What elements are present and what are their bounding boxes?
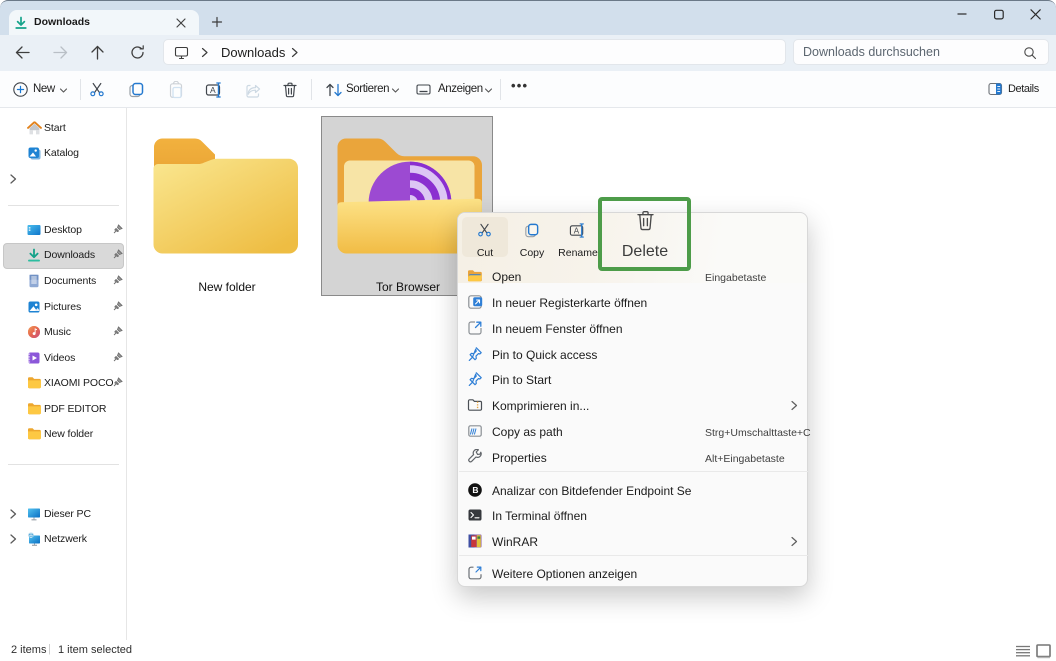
svg-text:A: A <box>574 226 580 235</box>
svg-text:A: A <box>210 85 216 95</box>
svg-text:B: B <box>472 485 478 495</box>
